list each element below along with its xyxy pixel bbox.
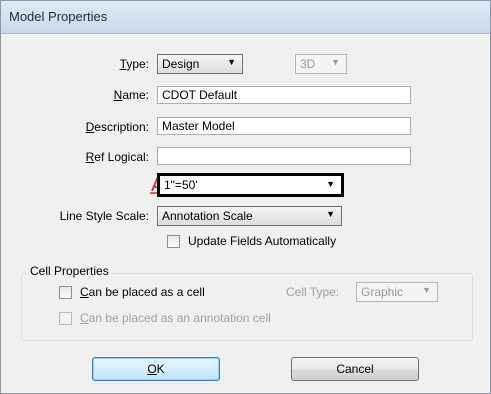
title-bar[interactable]: Model Properties	[1, 1, 490, 34]
cell-type-dropdown: Graphic ▼	[356, 282, 438, 302]
line-style-scale-value: Annotation Scale	[162, 209, 253, 223]
description-field[interactable]: Master Model	[157, 117, 411, 135]
line-style-scale-label: Line Style Scale:	[59, 209, 149, 223]
chevron-down-icon: ▼	[331, 57, 340, 67]
ref-logical-field[interactable]	[157, 147, 411, 165]
dimension-dropdown: 3D ▼	[295, 54, 347, 74]
type-value: Design	[162, 57, 200, 71]
annotation-scale-dropdown[interactable]: 1"=50' ▼	[157, 173, 344, 197]
cancel-button[interactable]: Cancel	[291, 357, 419, 381]
cell-type-value: Graphic	[361, 285, 404, 299]
can-be-annotation-cell-label: Can be placed as an annotation cell	[80, 311, 271, 325]
cell-type-label: Cell Type:	[286, 285, 340, 299]
update-fields-label[interactable]: Update Fields Automatically	[188, 234, 336, 248]
name-label: Name:	[113, 88, 149, 102]
can-be-cell-label[interactable]: Can be placed as a cell	[80, 285, 205, 299]
type-dropdown[interactable]: Design ▼	[157, 54, 243, 74]
chevron-down-icon: ▼	[227, 57, 236, 67]
name-field[interactable]: CDOT Default	[157, 86, 411, 104]
type-label: Type:	[119, 57, 149, 71]
cell-properties-label: Cell Properties	[27, 264, 112, 278]
model-properties-dialog: Model Properties Type: Design ▼ 3D ▼ Nam…	[0, 0, 491, 394]
description-label: Description:	[85, 120, 149, 134]
chevron-down-icon: ▼	[326, 209, 335, 219]
window-title: Model Properties	[9, 9, 108, 24]
dimension-value: 3D	[300, 57, 316, 71]
annotation-scale-value: 1"=50'	[164, 178, 198, 192]
can-be-cell-checkbox[interactable]	[59, 286, 72, 299]
update-fields-checkbox[interactable]	[167, 235, 180, 248]
ref-logical-label: Ref Logical:	[85, 150, 149, 164]
chevron-down-icon: ▼	[326, 179, 335, 189]
chevron-down-icon: ▼	[422, 285, 431, 295]
ok-button[interactable]: OK	[92, 357, 220, 381]
line-style-scale-dropdown[interactable]: Annotation Scale ▼	[157, 206, 342, 226]
can-be-annotation-cell-checkbox	[59, 312, 72, 325]
